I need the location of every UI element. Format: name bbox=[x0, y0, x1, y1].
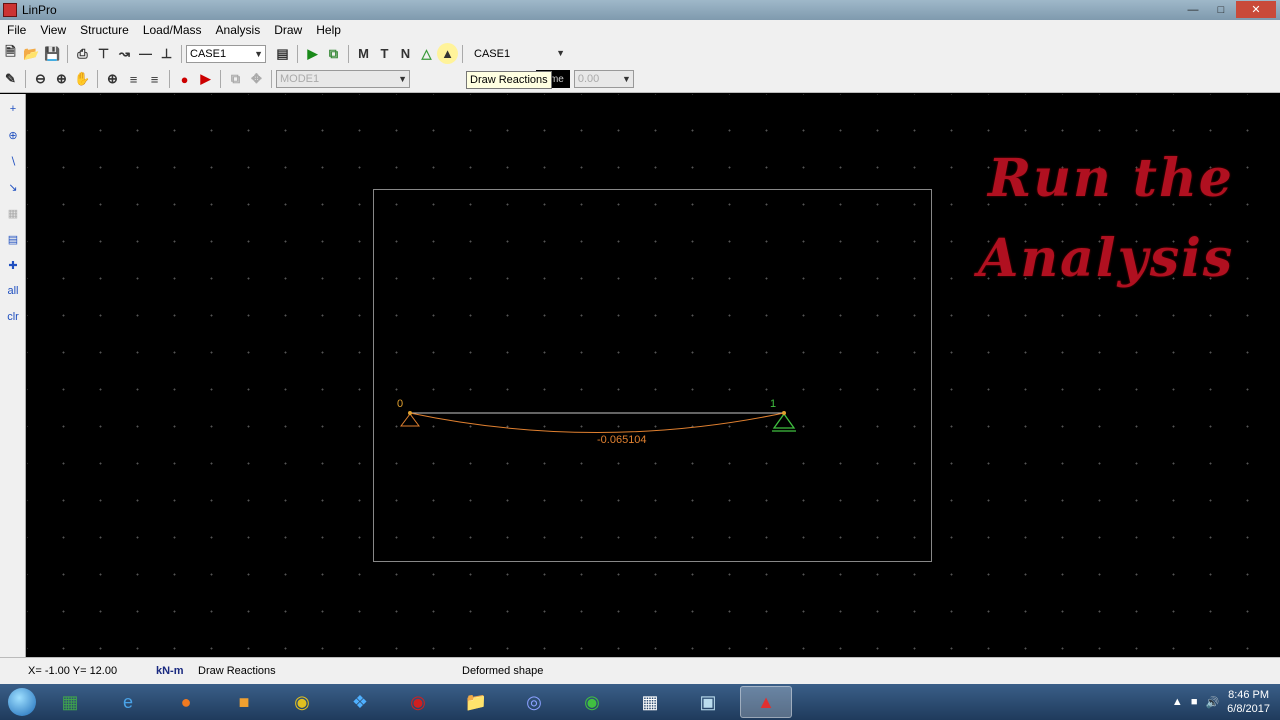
chrome-icon[interactable]: ◉ bbox=[276, 686, 328, 718]
node-0-marker bbox=[408, 411, 412, 415]
windows-logo-icon bbox=[8, 688, 36, 716]
record-app-icon[interactable]: ◉ bbox=[392, 686, 444, 718]
excel-icon[interactable]: ▦ bbox=[44, 686, 96, 718]
taskbar: ▦ e ● ■ ◉ ❖ ◉ 📁 ◎ ◉ ▦ ▣ ▲ ▲ ■ 🔊 8:46 PM … bbox=[0, 684, 1280, 720]
deformed-shape bbox=[409, 412, 785, 433]
overlay-title-line2: Analysis bbox=[978, 228, 1235, 289]
start-button[interactable] bbox=[0, 684, 44, 720]
tray-app-icon[interactable]: ■ bbox=[1191, 696, 1198, 708]
status-bar: X= -1.00 Y= 12.00 kN-m Draw Reactions De… bbox=[0, 657, 1280, 684]
status-action: Draw Reactions bbox=[198, 665, 276, 677]
right-support-icon bbox=[772, 412, 796, 429]
internet-explorer-icon[interactable]: e bbox=[102, 686, 154, 718]
status-mode: Deformed shape bbox=[462, 665, 544, 677]
media-app-icon[interactable]: ◎ bbox=[508, 686, 560, 718]
status-coords: X= -1.00 Y= 12.00 bbox=[28, 665, 118, 677]
clock-time: 8:46 PM bbox=[1228, 689, 1270, 701]
paint-icon[interactable]: ■ bbox=[218, 686, 270, 718]
folder-icon[interactable]: 📁 bbox=[450, 686, 502, 718]
tray-arrow-icon[interactable]: ▲ bbox=[1172, 696, 1183, 708]
deflection-label: -0.065104 bbox=[597, 434, 647, 446]
clock[interactable]: 8:46 PM 6/8/2017 bbox=[1227, 688, 1270, 716]
node-0-label: 0 bbox=[397, 398, 403, 410]
clock-date: 6/8/2017 bbox=[1227, 703, 1270, 715]
structure-drawing: 0 1 -0.065104 bbox=[397, 398, 796, 446]
app-icon-blue[interactable]: ❖ bbox=[334, 686, 386, 718]
globe-app-icon[interactable]: ◉ bbox=[566, 686, 618, 718]
status-units: kN-m bbox=[156, 665, 184, 677]
firefox-icon[interactable]: ● bbox=[160, 686, 212, 718]
linpro-taskbar-icon[interactable]: ▲ bbox=[740, 686, 792, 718]
node-1-marker bbox=[782, 411, 786, 415]
calendar-app-icon[interactable]: ▦ bbox=[624, 686, 676, 718]
overlay-title-line1: Run the bbox=[988, 148, 1234, 209]
volume-icon[interactable]: 🔊 bbox=[1205, 696, 1219, 709]
node-1-label: 1 bbox=[770, 398, 776, 410]
system-tray: ▲ ■ 🔊 8:46 PM 6/8/2017 bbox=[1172, 684, 1280, 720]
window-app-icon[interactable]: ▣ bbox=[682, 686, 734, 718]
left-support-icon bbox=[400, 413, 420, 427]
